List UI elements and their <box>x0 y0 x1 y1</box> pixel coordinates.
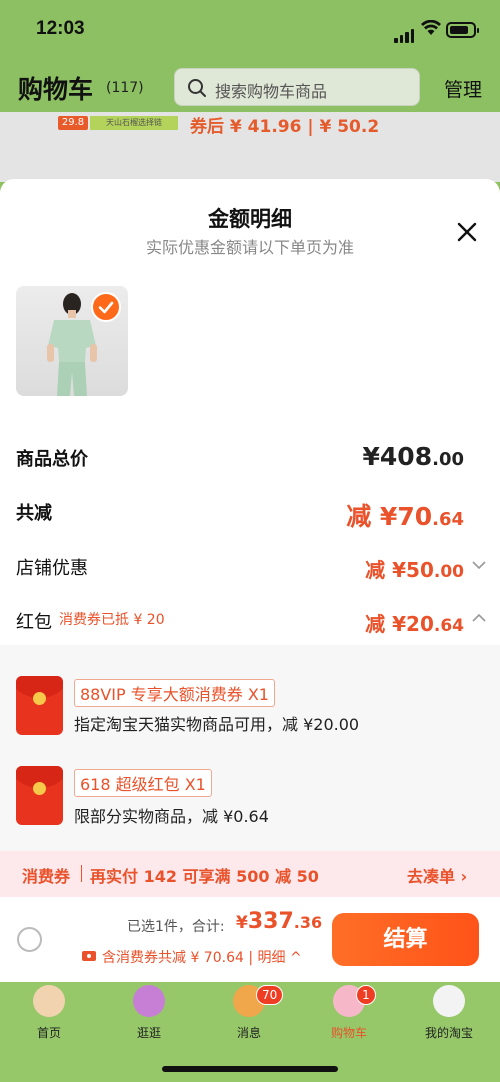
close-icon[interactable] <box>454 219 480 245</box>
red-envelope-icon <box>16 676 63 735</box>
manage-button[interactable]: 管理 <box>444 75 482 102</box>
shop-discount-value[interactable]: 减 ¥50.00 <box>365 554 464 583</box>
total-price-label: 商品总价 <box>16 449 88 470</box>
tab-label: 我的淘宝 <box>424 1026 473 1040</box>
tab-messages[interactable]: 70 消息 <box>209 982 289 1042</box>
wifi-icon <box>421 20 441 35</box>
checkout-button[interactable]: 结算 <box>332 913 479 966</box>
redpacket-value[interactable]: 减 ¥20.64 <box>365 608 464 637</box>
price-badge: 29.8 <box>58 116 88 130</box>
status-bar: 12:03 <box>0 16 500 46</box>
item-price: 券后 ¥ 41.96 | ¥ 50.2 <box>190 117 380 137</box>
redpacket-desc: 指定淘宝天猫实物商品可用，减 ¥20.00 <box>74 715 360 734</box>
tab-label: 购物车 <box>330 1026 367 1040</box>
promo-divider <box>81 865 82 882</box>
amount-detail-sheet: 金额明细 实际优惠金额请以下单页为准 商品总价 ¥408.00 共减 减 ¥70… <box>0 179 500 982</box>
signal-icon <box>394 24 416 43</box>
redpacket-tag: 88VIP 专享大额消费券 X1 <box>74 679 275 707</box>
status-time: 12:03 <box>36 18 85 39</box>
total-discount-value: 减 ¥70.64 <box>346 502 464 531</box>
browse-icon <box>133 985 165 1017</box>
promo-banner: 消费券 再实付 142 可享满 500 减 50 去凑单 › <box>0 851 500 897</box>
promo-coupon-label: 消费券 <box>22 867 71 886</box>
shop-discount-label: 店铺优惠 <box>16 558 88 579</box>
redpacket-desc: 限部分实物商品，减 ¥0.64 <box>74 807 269 826</box>
promo-badge: 天山石榴选择链 <box>90 116 178 130</box>
tab-label: 首页 <box>36 1026 61 1040</box>
total-amount: ¥337.36 <box>236 909 323 934</box>
promo-message: 再实付 142 可享满 500 减 50 <box>90 867 319 886</box>
select-all-radio[interactable] <box>17 927 42 952</box>
redpacket-list: 88VIP 专享大额消费券 X1 指定淘宝天猫实物商品可用，减 ¥20.00 6… <box>0 645 500 851</box>
tab-browse[interactable]: 逛逛 <box>109 982 189 1042</box>
search-icon <box>188 79 206 97</box>
cart-badge: 1 <box>356 985 376 1005</box>
tab-profile[interactable]: 我的淘宝 <box>409 982 489 1042</box>
cart-item-behind: 29.8 天山石榴选择链 券后 ¥ 41.96 | ¥ 50.2 <box>0 112 500 182</box>
discount-detail-link[interactable]: 含消费券共减 ¥ 70.64 | 明细 ^ <box>102 947 302 967</box>
tab-label: 逛逛 <box>136 1026 161 1040</box>
total-discount-label: 共减 <box>16 503 52 524</box>
chevron-down-icon[interactable] <box>472 560 486 570</box>
coupon-applied-tag: 消费券已抵 ¥ 20 <box>59 612 165 628</box>
search-input[interactable]: 搜索购物车商品 <box>174 68 420 106</box>
total-price-value: ¥408.00 <box>362 442 464 471</box>
checkout-bar: 已选1件，合计: ¥337.36 含消费券共减 ¥ 70.64 | 明细 ^ 结… <box>0 897 500 982</box>
selected-summary: 已选1件，合计: <box>127 919 225 935</box>
profile-icon <box>433 985 465 1017</box>
home-indicator <box>162 1066 338 1072</box>
page-title: 购物车 <box>18 75 94 104</box>
redpacket-tag: 618 超级红包 X1 <box>74 769 212 797</box>
sheet-subtitle: 实际优惠金额请以下单页为准 <box>145 238 354 257</box>
home-icon <box>33 985 65 1017</box>
messages-badge: 70 <box>256 985 284 1005</box>
red-envelope-icon <box>16 766 63 825</box>
tab-home[interactable]: 首页 <box>9 982 89 1042</box>
tab-label: 消息 <box>236 1026 261 1040</box>
coupon-icon <box>82 951 96 961</box>
battery-icon <box>446 22 479 38</box>
sheet-title: 金额明细 <box>208 207 292 231</box>
cart-count: (117) <box>106 80 144 96</box>
tab-cart[interactable]: 1 购物车 <box>309 982 389 1042</box>
search-placeholder: 搜索购物车商品 <box>215 82 328 101</box>
redpacket-label: 红包 <box>16 612 52 633</box>
selected-check-icon[interactable] <box>91 292 121 322</box>
chevron-up-icon[interactable] <box>472 613 486 623</box>
add-more-link[interactable]: 去凑单 › <box>407 863 467 887</box>
